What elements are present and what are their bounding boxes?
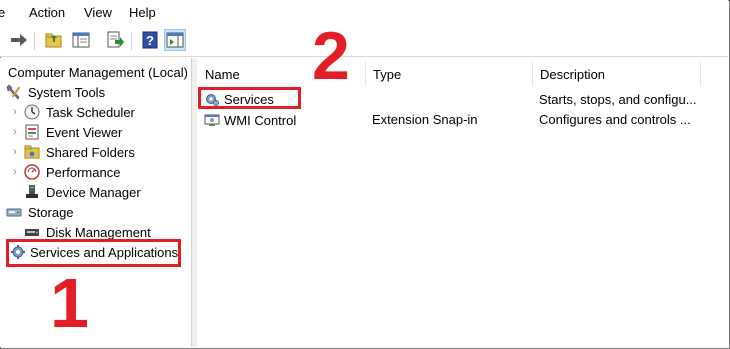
system-tools-icon [6, 84, 22, 100]
device-manager-icon [24, 184, 40, 200]
chevron-right-icon[interactable]: › [10, 146, 20, 158]
event-viewer-icon [24, 124, 40, 140]
chevron-right-icon[interactable]: › [10, 126, 20, 138]
tree-root-label: Computer Management (Local) [8, 64, 188, 80]
tree-item-task-scheduler[interactable]: › Task Scheduler [10, 102, 135, 122]
tree-item-performance[interactable]: › Performance [10, 162, 120, 182]
clock-icon [24, 104, 40, 120]
help-icon[interactable]: ? [140, 30, 160, 50]
export-list-icon[interactable] [105, 30, 125, 50]
tree-item-device-manager[interactable]: Device Manager [24, 182, 141, 202]
toolbar-divider [131, 32, 132, 50]
annotation-box-services [198, 87, 301, 109]
tree-item-label: Storage [28, 204, 74, 220]
table-row-description: Starts, stops, and configu... [539, 92, 697, 107]
svg-text:?: ? [146, 33, 154, 48]
tree-item-event-viewer[interactable]: › Event Viewer [10, 122, 122, 142]
tree-root[interactable]: Computer Management (Local) [8, 62, 188, 82]
column-header-description[interactable]: Description [532, 58, 700, 90]
shared-folder-icon [24, 144, 40, 160]
tree-item-label: System Tools [28, 84, 106, 100]
menu-action[interactable]: Action [29, 5, 65, 20]
up-folder-icon[interactable] [44, 30, 64, 50]
show-action-pane-icon[interactable] [164, 29, 186, 51]
wmi-control-icon [204, 112, 220, 128]
column-header-label: Type [373, 66, 402, 82]
console-tree: Computer Management (Local) System Tools… [0, 58, 190, 347]
tree-item-storage[interactable]: Storage [6, 202, 74, 222]
column-header-label: Description [540, 66, 606, 82]
menu-help[interactable]: Help [129, 5, 156, 20]
menu-view[interactable]: View [84, 5, 112, 20]
tree-item-system-tools[interactable]: System Tools [6, 82, 105, 102]
menu-file[interactable]: e [0, 5, 5, 20]
toolbar-divider [34, 32, 35, 50]
table-row-type: Extension Snap-in [372, 112, 478, 127]
chevron-right-icon[interactable]: › [10, 166, 20, 178]
annotation-step-2: 2 [312, 18, 350, 94]
table-row-description: Configures and controls ... [539, 112, 691, 127]
annotation-box-services-and-applications [6, 239, 181, 267]
column-header-label: Name [205, 66, 240, 82]
tree-item-label: Performance [46, 164, 121, 180]
tree-item-label: Event Viewer [46, 124, 123, 140]
forward-arrow-icon[interactable] [9, 30, 29, 50]
column-header-type[interactable]: Type [365, 58, 532, 90]
tree-item-shared-folders[interactable]: › Shared Folders [10, 142, 135, 162]
tree-item-label: Task Scheduler [46, 104, 135, 120]
menu-bar: e Action View Help [0, 0, 728, 26]
table-row-name[interactable]: WMI Control [204, 112, 296, 128]
list-item-label: WMI Control [224, 113, 297, 128]
annotation-step-1: 1 [50, 264, 89, 342]
tree-item-label: Disk Management [46, 224, 151, 240]
storage-icon [6, 204, 22, 220]
tree-item-label: Device Manager [46, 184, 141, 200]
column-divider[interactable] [700, 62, 701, 86]
chevron-right-icon[interactable]: › [10, 106, 20, 118]
show-hide-console-tree-icon[interactable] [71, 30, 91, 50]
disk-icon [24, 224, 40, 240]
performance-icon [24, 164, 40, 180]
tree-item-label: Shared Folders [46, 144, 135, 160]
toolbar: ? [0, 26, 728, 57]
